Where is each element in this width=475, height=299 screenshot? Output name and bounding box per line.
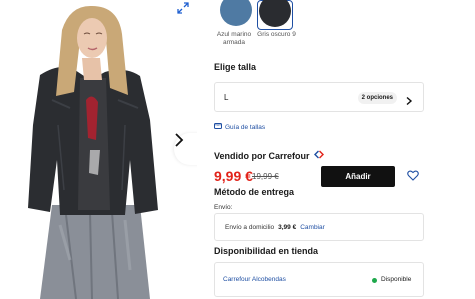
seller-line: Vendido por Carrefour [214, 150, 325, 161]
store-availability-heading: Disponibilidad en tienda [214, 246, 319, 256]
chevron-right-icon [404, 93, 413, 106]
add-to-cart-button[interactable]: Añadir [321, 166, 395, 187]
current-price: 9,99 € [214, 168, 253, 184]
size-guide-label: Guía de tallas [225, 123, 266, 131]
delivery-heading: Método de entrega [214, 187, 295, 197]
color-label-azul: Azul marino armada [216, 31, 252, 46]
swatch-dark-grey [259, 0, 291, 27]
color-swatch-azul[interactable] [218, 0, 254, 30]
size-heading: Elige talla [214, 62, 257, 72]
change-shipping-link[interactable]: Cambiar [300, 224, 325, 231]
product-photo [28, 5, 158, 299]
size-value: L [224, 93, 229, 102]
shipping-option: Envío a domicilio 3,99 € Cambiar [214, 213, 424, 241]
shipping-label: Envío: [214, 204, 233, 211]
ruler-icon [214, 123, 222, 131]
product-image-panel [0, 0, 197, 299]
availability-status: Disponible [381, 276, 412, 283]
wishlist-button[interactable] [402, 166, 424, 187]
heart-icon [407, 168, 419, 186]
old-price: 19,99 € [252, 172, 279, 181]
price-row: 9,99 € 19,99 € Añadir [214, 166, 424, 188]
carrefour-logo [313, 150, 325, 161]
store-name-link[interactable]: Carrefour Alcobendas [223, 276, 286, 283]
color-swatch-gris[interactable] [257, 0, 293, 30]
expand-arrows-icon[interactable] [177, 2, 189, 14]
swatch-denim-blue [220, 0, 252, 26]
shipping-cost: 3,99 € [278, 223, 297, 231]
size-selector[interactable]: L 2 opciones [214, 82, 424, 112]
size-options-badge: 2 opciones [357, 92, 397, 104]
size-guide-link[interactable]: Guía de tallas [214, 123, 265, 131]
color-label-gris: Gris oscuro 9 [257, 31, 296, 38]
availability-dot-icon [372, 278, 377, 283]
store-availability-box: Carrefour Alcobendas Disponible [214, 262, 424, 297]
shipping-method: Envío a domicilio [225, 223, 275, 231]
seller-label: Vendido por Carrefour [214, 150, 310, 161]
